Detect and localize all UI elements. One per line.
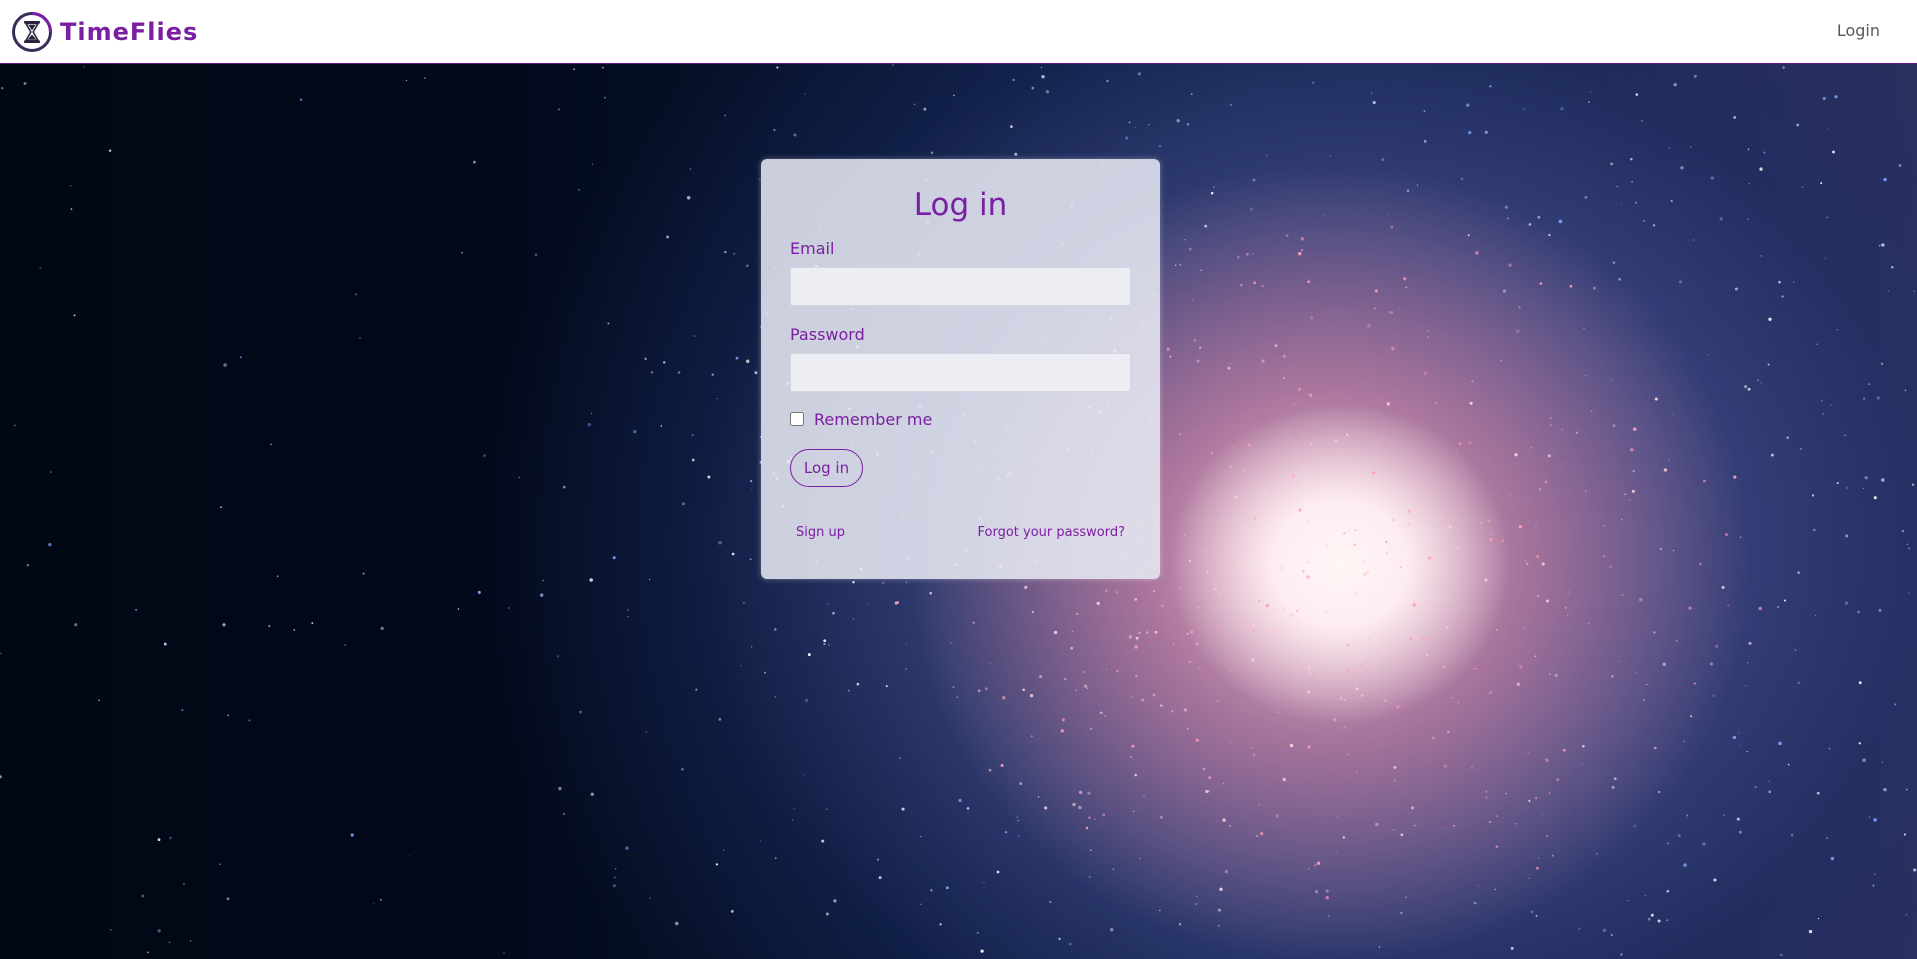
password-label: Password [790,325,865,344]
forgot-password-link[interactable]: Forgot your password? [977,525,1125,540]
email-label: Email [790,239,835,258]
email-field[interactable] [790,267,1131,306]
password-field[interactable] [790,353,1131,392]
login-card: Log in Email Password Remember me Log in… [761,159,1160,579]
remember-me-row[interactable]: Remember me [790,409,932,429]
nav-login-link[interactable]: Login [1837,21,1880,40]
hero-background: Log in Email Password Remember me Log in… [0,64,1917,959]
hourglass-icon [12,12,52,52]
login-title: Log in [913,187,1008,223]
remember-me-label[interactable]: Remember me [814,410,932,429]
signup-link[interactable]: Sign up [796,525,845,540]
brand-link[interactable]: TimeFlies [11,11,198,53]
login-submit-button[interactable]: Log in [790,449,863,487]
brand-name: TimeFlies [60,18,199,46]
top-navbar: TimeFlies Login [0,0,1917,64]
remember-me-checkbox[interactable] [790,412,804,426]
